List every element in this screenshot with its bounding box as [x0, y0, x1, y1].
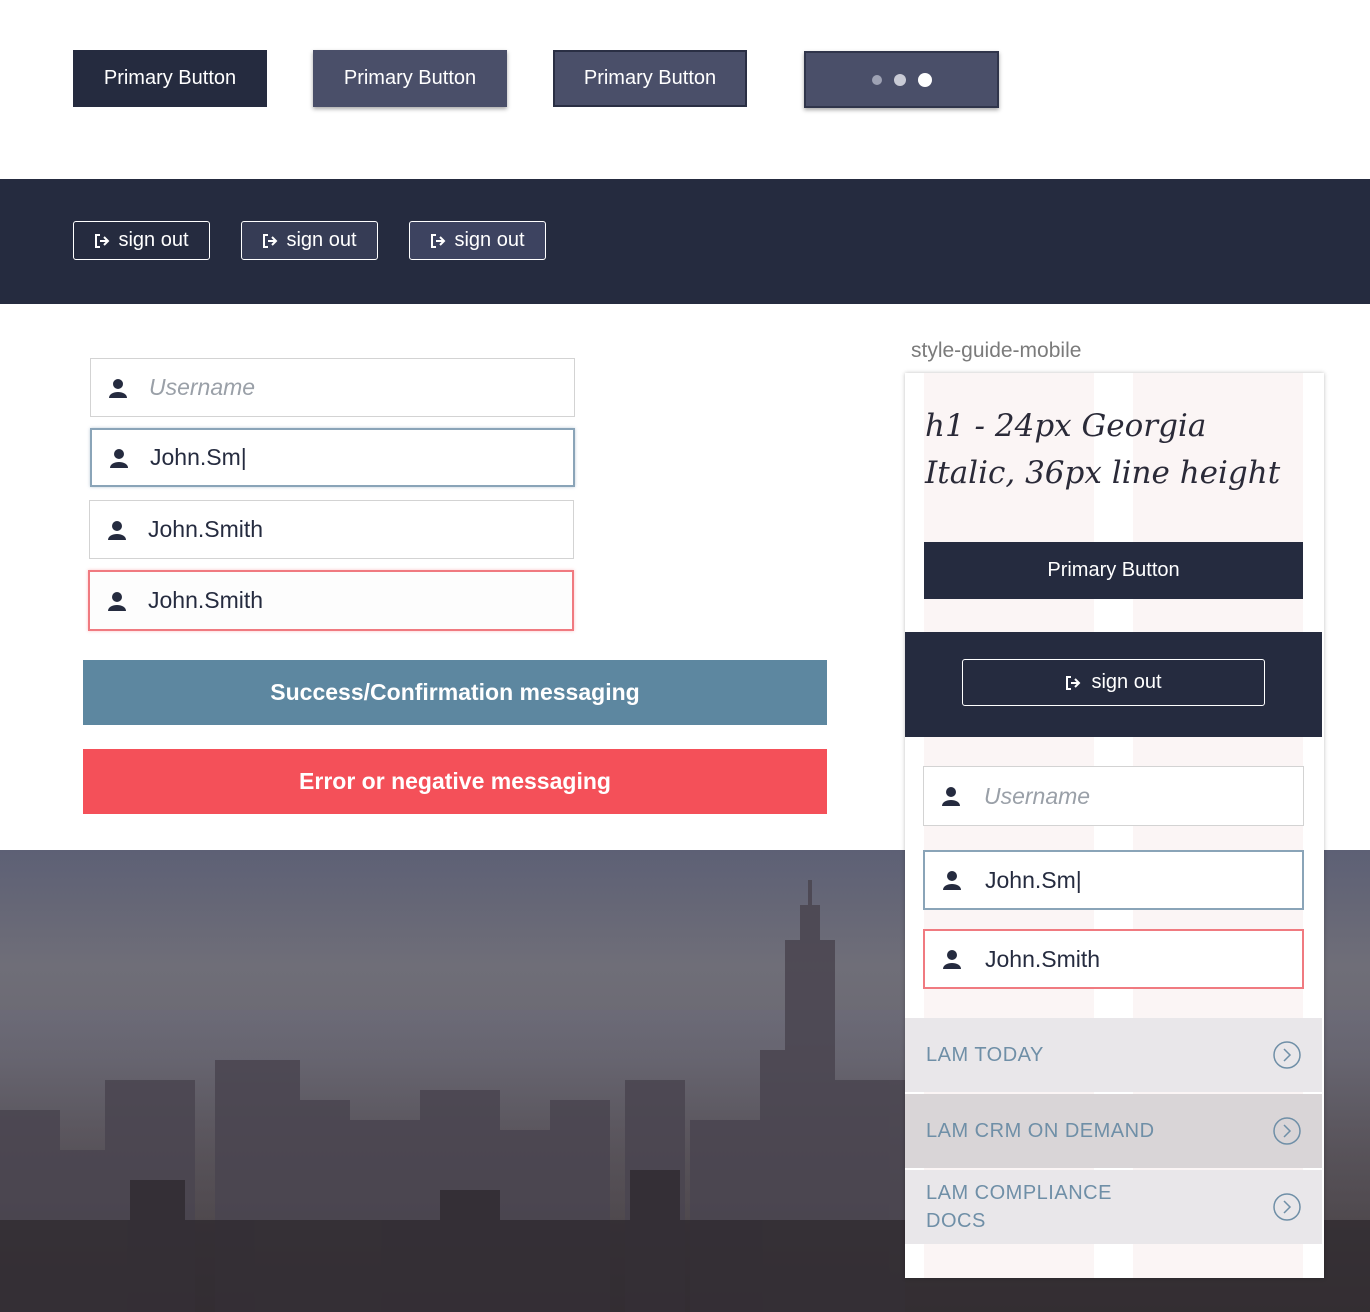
- error-message: Error or negative messaging: [83, 749, 827, 814]
- sign-out-icon: [95, 233, 110, 248]
- user-icon: [943, 950, 961, 969]
- chevron-right-circle-icon: [1273, 1041, 1301, 1069]
- primary-button-loading[interactable]: [804, 51, 999, 108]
- sign-out-button-hover[interactable]: sign out: [241, 221, 378, 260]
- sign-out-button[interactable]: sign out: [73, 221, 210, 260]
- mobile-sign-out-button[interactable]: sign out: [962, 659, 1265, 706]
- loading-dot: [917, 72, 932, 87]
- nav-item-label: LAM TODAY: [926, 1043, 1044, 1066]
- mobile-username-input-empty[interactable]: Username: [923, 766, 1304, 826]
- loading-dot: [893, 73, 906, 86]
- primary-button-normal[interactable]: Primary Button: [73, 50, 267, 107]
- username-value: John.Smith: [148, 587, 264, 613]
- username-input-filled[interactable]: John.Smith: [89, 500, 574, 559]
- username-value: John.Smith: [148, 516, 264, 542]
- dark-band: sign out sign out sign out: [0, 179, 1370, 304]
- username-placeholder: Username: [149, 374, 256, 400]
- sign-out-icon: [263, 233, 278, 248]
- user-icon: [108, 520, 126, 540]
- user-icon: [108, 591, 126, 611]
- username-input-error[interactable]: John.Smith: [88, 570, 574, 631]
- nav-item-lam-crm-on-demand[interactable]: LAM CRM ON DEMAND: [905, 1094, 1322, 1168]
- sign-out-label: sign out: [1091, 671, 1162, 693]
- user-icon: [110, 448, 128, 468]
- username-value: John.Smith: [985, 945, 1101, 972]
- chevron-right-circle-icon: [1273, 1117, 1301, 1145]
- loading-dot: [871, 74, 882, 85]
- primary-button-active[interactable]: Primary Button: [553, 50, 747, 107]
- mobile-primary-button[interactable]: Primary Button: [924, 542, 1303, 599]
- mobile-username-input-error[interactable]: John.Smith: [923, 929, 1304, 989]
- nav-item-label: LAM COMPLIANCE DOCS: [926, 1182, 1112, 1232]
- nav-item-label: LAM CRM ON DEMAND: [926, 1119, 1155, 1142]
- nav-item-lam-today[interactable]: LAM TODAY: [905, 1018, 1322, 1092]
- mobile-username-input-focused[interactable]: John.Sm|: [923, 850, 1304, 910]
- success-message: Success/Confirmation messaging: [83, 660, 827, 725]
- primary-button-hover[interactable]: Primary Button: [313, 50, 507, 107]
- sign-out-button-active[interactable]: sign out: [409, 221, 546, 260]
- username-input-focused[interactable]: John.Sm|: [90, 428, 575, 487]
- username-placeholder: Username: [984, 782, 1091, 809]
- chevron-right-circle-icon: [1273, 1193, 1301, 1221]
- user-icon: [942, 787, 960, 806]
- mobile-h1-sample: h1 - 24px Georgia Italic, 36px line heig…: [925, 408, 1281, 491]
- username-value: John.Sm|: [150, 444, 247, 470]
- sign-out-label: sign out: [454, 229, 525, 251]
- mobile-section-label: style-guide-mobile: [911, 339, 1082, 362]
- user-icon: [943, 871, 961, 890]
- sign-out-icon: [1066, 675, 1081, 690]
- sign-out-label: sign out: [286, 229, 357, 251]
- user-icon: [109, 378, 127, 398]
- sign-out-icon: [431, 233, 446, 248]
- username-value: John.Sm|: [985, 866, 1082, 893]
- nav-item-lam-compliance-docs[interactable]: LAM COMPLIANCE DOCS: [905, 1170, 1322, 1244]
- mobile-dark-band: sign out: [905, 632, 1322, 737]
- username-input-empty[interactable]: Username: [90, 358, 575, 417]
- mobile-style-guide-panel: h1 - 24px Georgia Italic, 36px line heig…: [905, 373, 1324, 1278]
- sign-out-label: sign out: [118, 229, 189, 251]
